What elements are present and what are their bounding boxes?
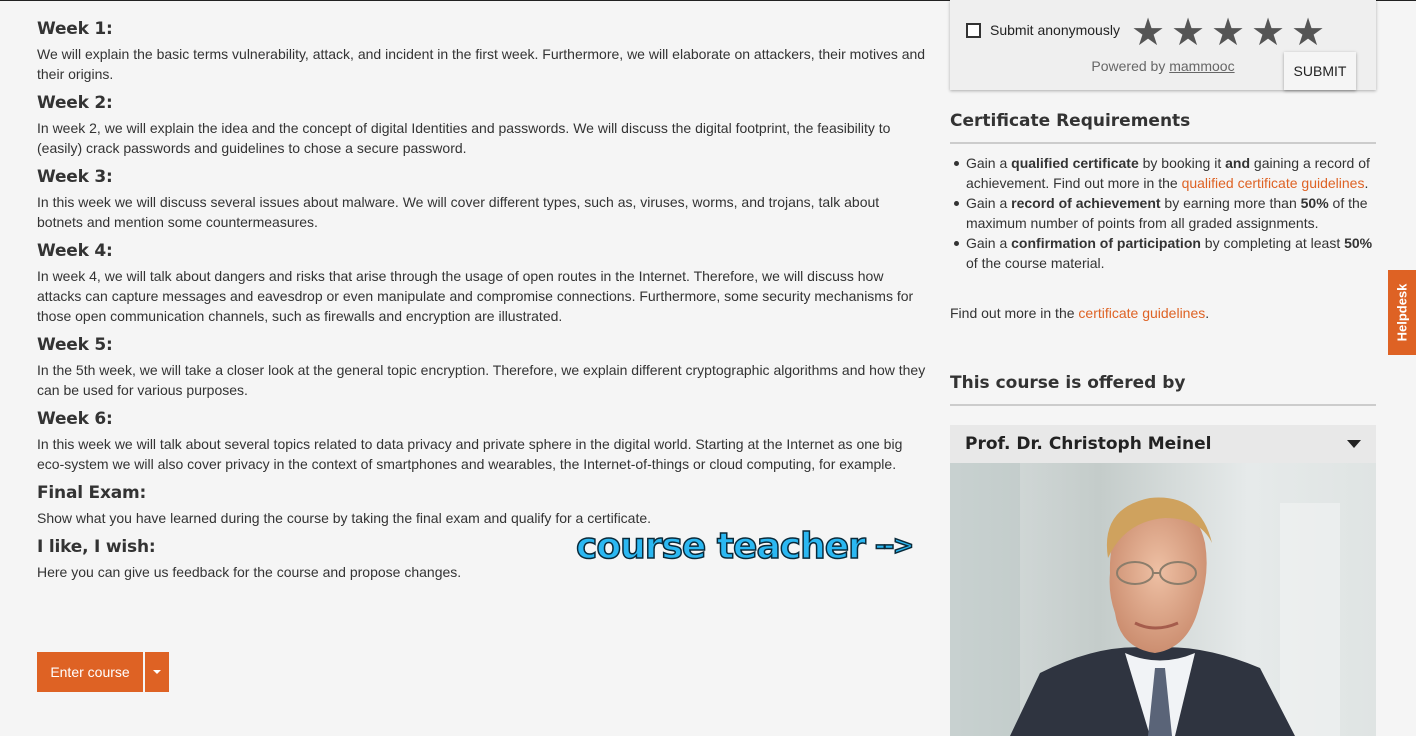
section-title: Week 5: bbox=[37, 335, 113, 355]
caret-down-icon bbox=[153, 670, 161, 674]
star-icon[interactable]: ★ bbox=[1128, 10, 1168, 54]
section-text: In the 5th week, we will take a closer l… bbox=[37, 362, 926, 398]
star-icon[interactable]: ★ bbox=[1208, 10, 1248, 54]
teacher-name: Prof. Dr. Christoph Meinel bbox=[965, 434, 1212, 454]
certificate-more-info: Find out more in the certificate guideli… bbox=[950, 305, 1210, 321]
enter-course-button[interactable]: Enter course bbox=[37, 652, 143, 692]
teacher-accordion-header[interactable]: Prof. Dr. Christoph Meinel bbox=[950, 425, 1376, 463]
section-title: Week 4: bbox=[37, 241, 113, 261]
list-item: Gain a record of achievement by earning … bbox=[954, 193, 1374, 233]
teacher-photo-illustration bbox=[950, 463, 1376, 736]
certificate-requirements-heading: Certificate Requirements bbox=[950, 106, 1376, 144]
helpdesk-tab[interactable]: Helpdesk bbox=[1388, 270, 1416, 355]
list-item: Gain a qualified certificate by booking … bbox=[954, 153, 1374, 193]
section-text: In week 4, we will talk about dangers an… bbox=[37, 268, 914, 324]
anonymous-checkbox[interactable] bbox=[966, 22, 981, 38]
section-text: In this week we will talk about several … bbox=[37, 436, 903, 472]
section-text: In this week we will discuss several iss… bbox=[37, 194, 880, 230]
star-rating: ★ ★ ★ ★ ★ bbox=[1128, 10, 1328, 54]
annotation-text: course teacher bbox=[575, 525, 866, 568]
arrow-right-icon: --> bbox=[874, 530, 915, 562]
list-item: Gain a confirmation of participation by … bbox=[954, 235, 1373, 271]
mammooc-link[interactable]: mammooc bbox=[1169, 58, 1234, 74]
star-icon[interactable]: ★ bbox=[1288, 10, 1328, 54]
offered-by-heading: This course is offered by bbox=[950, 368, 1376, 406]
section-text: In week 2, we will explain the idea and … bbox=[37, 120, 891, 156]
rating-widget: Submit anonymously ★ ★ ★ ★ ★ Powered by … bbox=[950, 0, 1376, 90]
week-section: Week 2: In week 2, we will explain the i… bbox=[37, 88, 927, 158]
triangle-down-icon bbox=[1347, 440, 1361, 448]
enter-course-button-group: Enter course bbox=[37, 652, 169, 692]
section-title: Week 1: bbox=[37, 19, 113, 39]
section-title: Final Exam: bbox=[37, 483, 147, 503]
enter-course-dropdown-toggle[interactable] bbox=[145, 652, 169, 692]
teacher-photo bbox=[950, 463, 1376, 736]
section-title: Week 3: bbox=[37, 167, 113, 187]
final-exam-section: Final Exam: Show what you have learned d… bbox=[37, 478, 927, 528]
course-outline: Week 1: We will explain the basic terms … bbox=[37, 14, 927, 586]
anonymous-label: Submit anonymously bbox=[990, 22, 1120, 38]
course-teacher-annotation: course teacher --> bbox=[575, 524, 915, 568]
powered-by-prefix: Powered by bbox=[1091, 58, 1170, 74]
anonymous-option[interactable]: Submit anonymously bbox=[966, 22, 1120, 38]
week-section: Week 5: In the 5th week, we will take a … bbox=[37, 330, 927, 400]
qualified-certificate-guidelines-link[interactable]: qualified certificate guidelines bbox=[1182, 175, 1365, 191]
week-section: Week 1: We will explain the basic terms … bbox=[37, 14, 927, 84]
star-icon[interactable]: ★ bbox=[1168, 10, 1208, 54]
submit-rating-button[interactable]: SUBMIT bbox=[1284, 52, 1356, 90]
week-section: Week 3: In this week we will discuss sev… bbox=[37, 162, 927, 232]
section-text: We will explain the basic terms vulnerab… bbox=[37, 46, 926, 82]
week-section: Week 6: In this week we will talk about … bbox=[37, 404, 927, 474]
week-section: Week 4: In week 4, we will talk about da… bbox=[37, 236, 927, 326]
section-title: Week 2: bbox=[37, 93, 113, 113]
helpdesk-label: Helpdesk bbox=[1394, 283, 1410, 342]
certificate-guidelines-link[interactable]: certificate guidelines bbox=[1078, 305, 1205, 321]
star-icon[interactable]: ★ bbox=[1248, 10, 1288, 54]
certificate-requirements-list: Gain a qualified certificate by booking … bbox=[954, 153, 1374, 273]
section-title: Week 6: bbox=[37, 409, 113, 429]
